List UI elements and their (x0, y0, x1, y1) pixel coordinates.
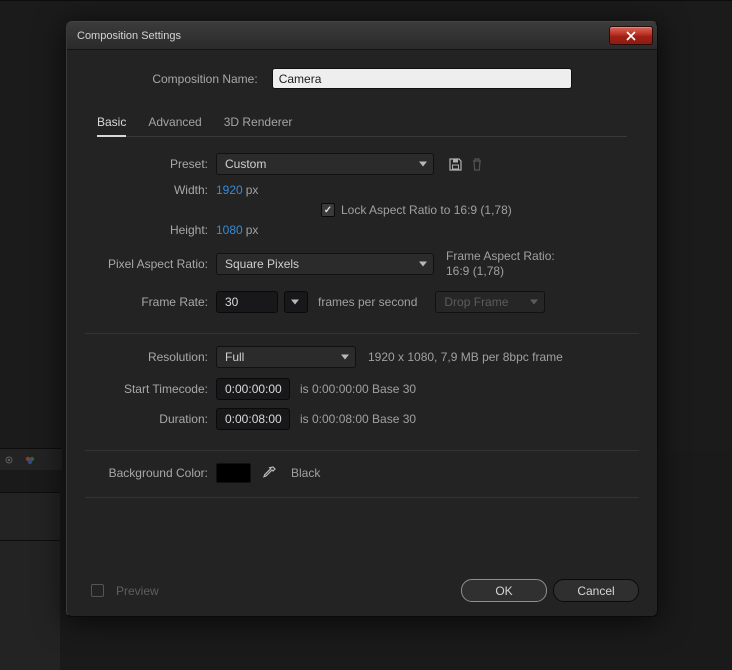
chevron-down-icon (530, 300, 538, 305)
bg-toolbar (0, 448, 62, 470)
bg-color-label: Background Color: (91, 466, 216, 480)
titlebar: Composition Settings (67, 22, 657, 50)
lock-aspect-label: Lock Aspect Ratio to 16:9 (1,78) (341, 203, 512, 217)
chevron-down-icon (291, 300, 299, 305)
fps-label: Frame Rate: (91, 295, 216, 309)
save-preset-button[interactable] (444, 153, 466, 175)
par-value: Square Pixels (225, 257, 299, 271)
chevron-down-icon (419, 162, 427, 167)
fps-dropdown-toggle[interactable] (284, 291, 308, 313)
ok-button[interactable]: OK (461, 579, 547, 602)
bg-color-name: Black (291, 466, 320, 480)
start-tc-info: is 0:00:00:00 Base 30 (300, 382, 416, 396)
tab-advanced[interactable]: Advanced (148, 111, 201, 136)
composition-name-label: Composition Name: (152, 72, 265, 86)
close-icon (625, 31, 637, 41)
start-tc-input[interactable]: 0:00:00:00 (216, 378, 290, 400)
dialog-footer: Preview OK Cancel (67, 569, 657, 616)
cancel-button[interactable]: Cancel (553, 579, 639, 602)
resolution-info: 1920 x 1080, 7,9 MB per 8bpc frame (368, 350, 563, 364)
height-unit: px (246, 223, 259, 237)
start-tc-label: Start Timecode: (91, 382, 216, 396)
frame-aspect-label: Frame Aspect Ratio: (446, 249, 555, 264)
start-tc-value: 0:00:00:00 (225, 382, 282, 396)
fps-suffix: frames per second (318, 295, 417, 309)
tab-basic[interactable]: Basic (97, 111, 126, 137)
fps-input[interactable]: 30 (216, 291, 278, 313)
preview-label: Preview (116, 584, 159, 598)
tab-3d-renderer[interactable]: 3D Renderer (224, 111, 293, 136)
width-label: Width: (91, 183, 216, 197)
color-icon (23, 453, 37, 467)
close-button[interactable] (609, 26, 653, 45)
bg-lower (0, 540, 60, 670)
composition-name-input[interactable] (272, 68, 572, 89)
duration-input[interactable]: 0:00:08:00 (216, 408, 290, 430)
width-value[interactable]: 1920 (216, 183, 243, 197)
height-label: Height: (91, 223, 216, 237)
chevron-down-icon (419, 262, 427, 267)
height-value[interactable]: 1080 (216, 223, 243, 237)
fps-value: 30 (225, 295, 238, 309)
duration-label: Duration: (91, 412, 216, 426)
dialog-title: Composition Settings (77, 30, 609, 42)
tabs: Basic Advanced 3D Renderer (97, 111, 627, 137)
preview-checkbox (91, 584, 104, 597)
frame-aspect-value: 16:9 (1,78) (446, 264, 555, 279)
preset-dropdown[interactable]: Custom (216, 153, 434, 175)
composition-settings-dialog: Composition Settings Composition Name: B… (66, 21, 658, 617)
delete-preset-button (466, 153, 488, 175)
duration-info: is 0:00:08:00 Base 30 (300, 412, 416, 426)
lock-aspect-checkbox[interactable] (321, 203, 335, 217)
par-label: Pixel Aspect Ratio: (91, 257, 216, 271)
drop-frame-dropdown: Drop Frame (435, 291, 545, 313)
bg-color-swatch[interactable] (216, 463, 251, 483)
drop-frame-value: Drop Frame (444, 295, 508, 309)
duration-value: 0:00:08:00 (225, 412, 282, 426)
eyedropper-button[interactable] (259, 463, 279, 483)
resolution-label: Resolution: (91, 350, 216, 364)
width-unit: px (246, 183, 259, 197)
resolution-value: Full (225, 350, 244, 364)
preset-value: Custom (225, 157, 266, 171)
eye-icon (2, 453, 16, 467)
preset-label: Preset: (91, 157, 216, 171)
resolution-dropdown[interactable]: Full (216, 346, 356, 368)
par-dropdown[interactable]: Square Pixels (216, 253, 434, 275)
chevron-down-icon (341, 355, 349, 360)
